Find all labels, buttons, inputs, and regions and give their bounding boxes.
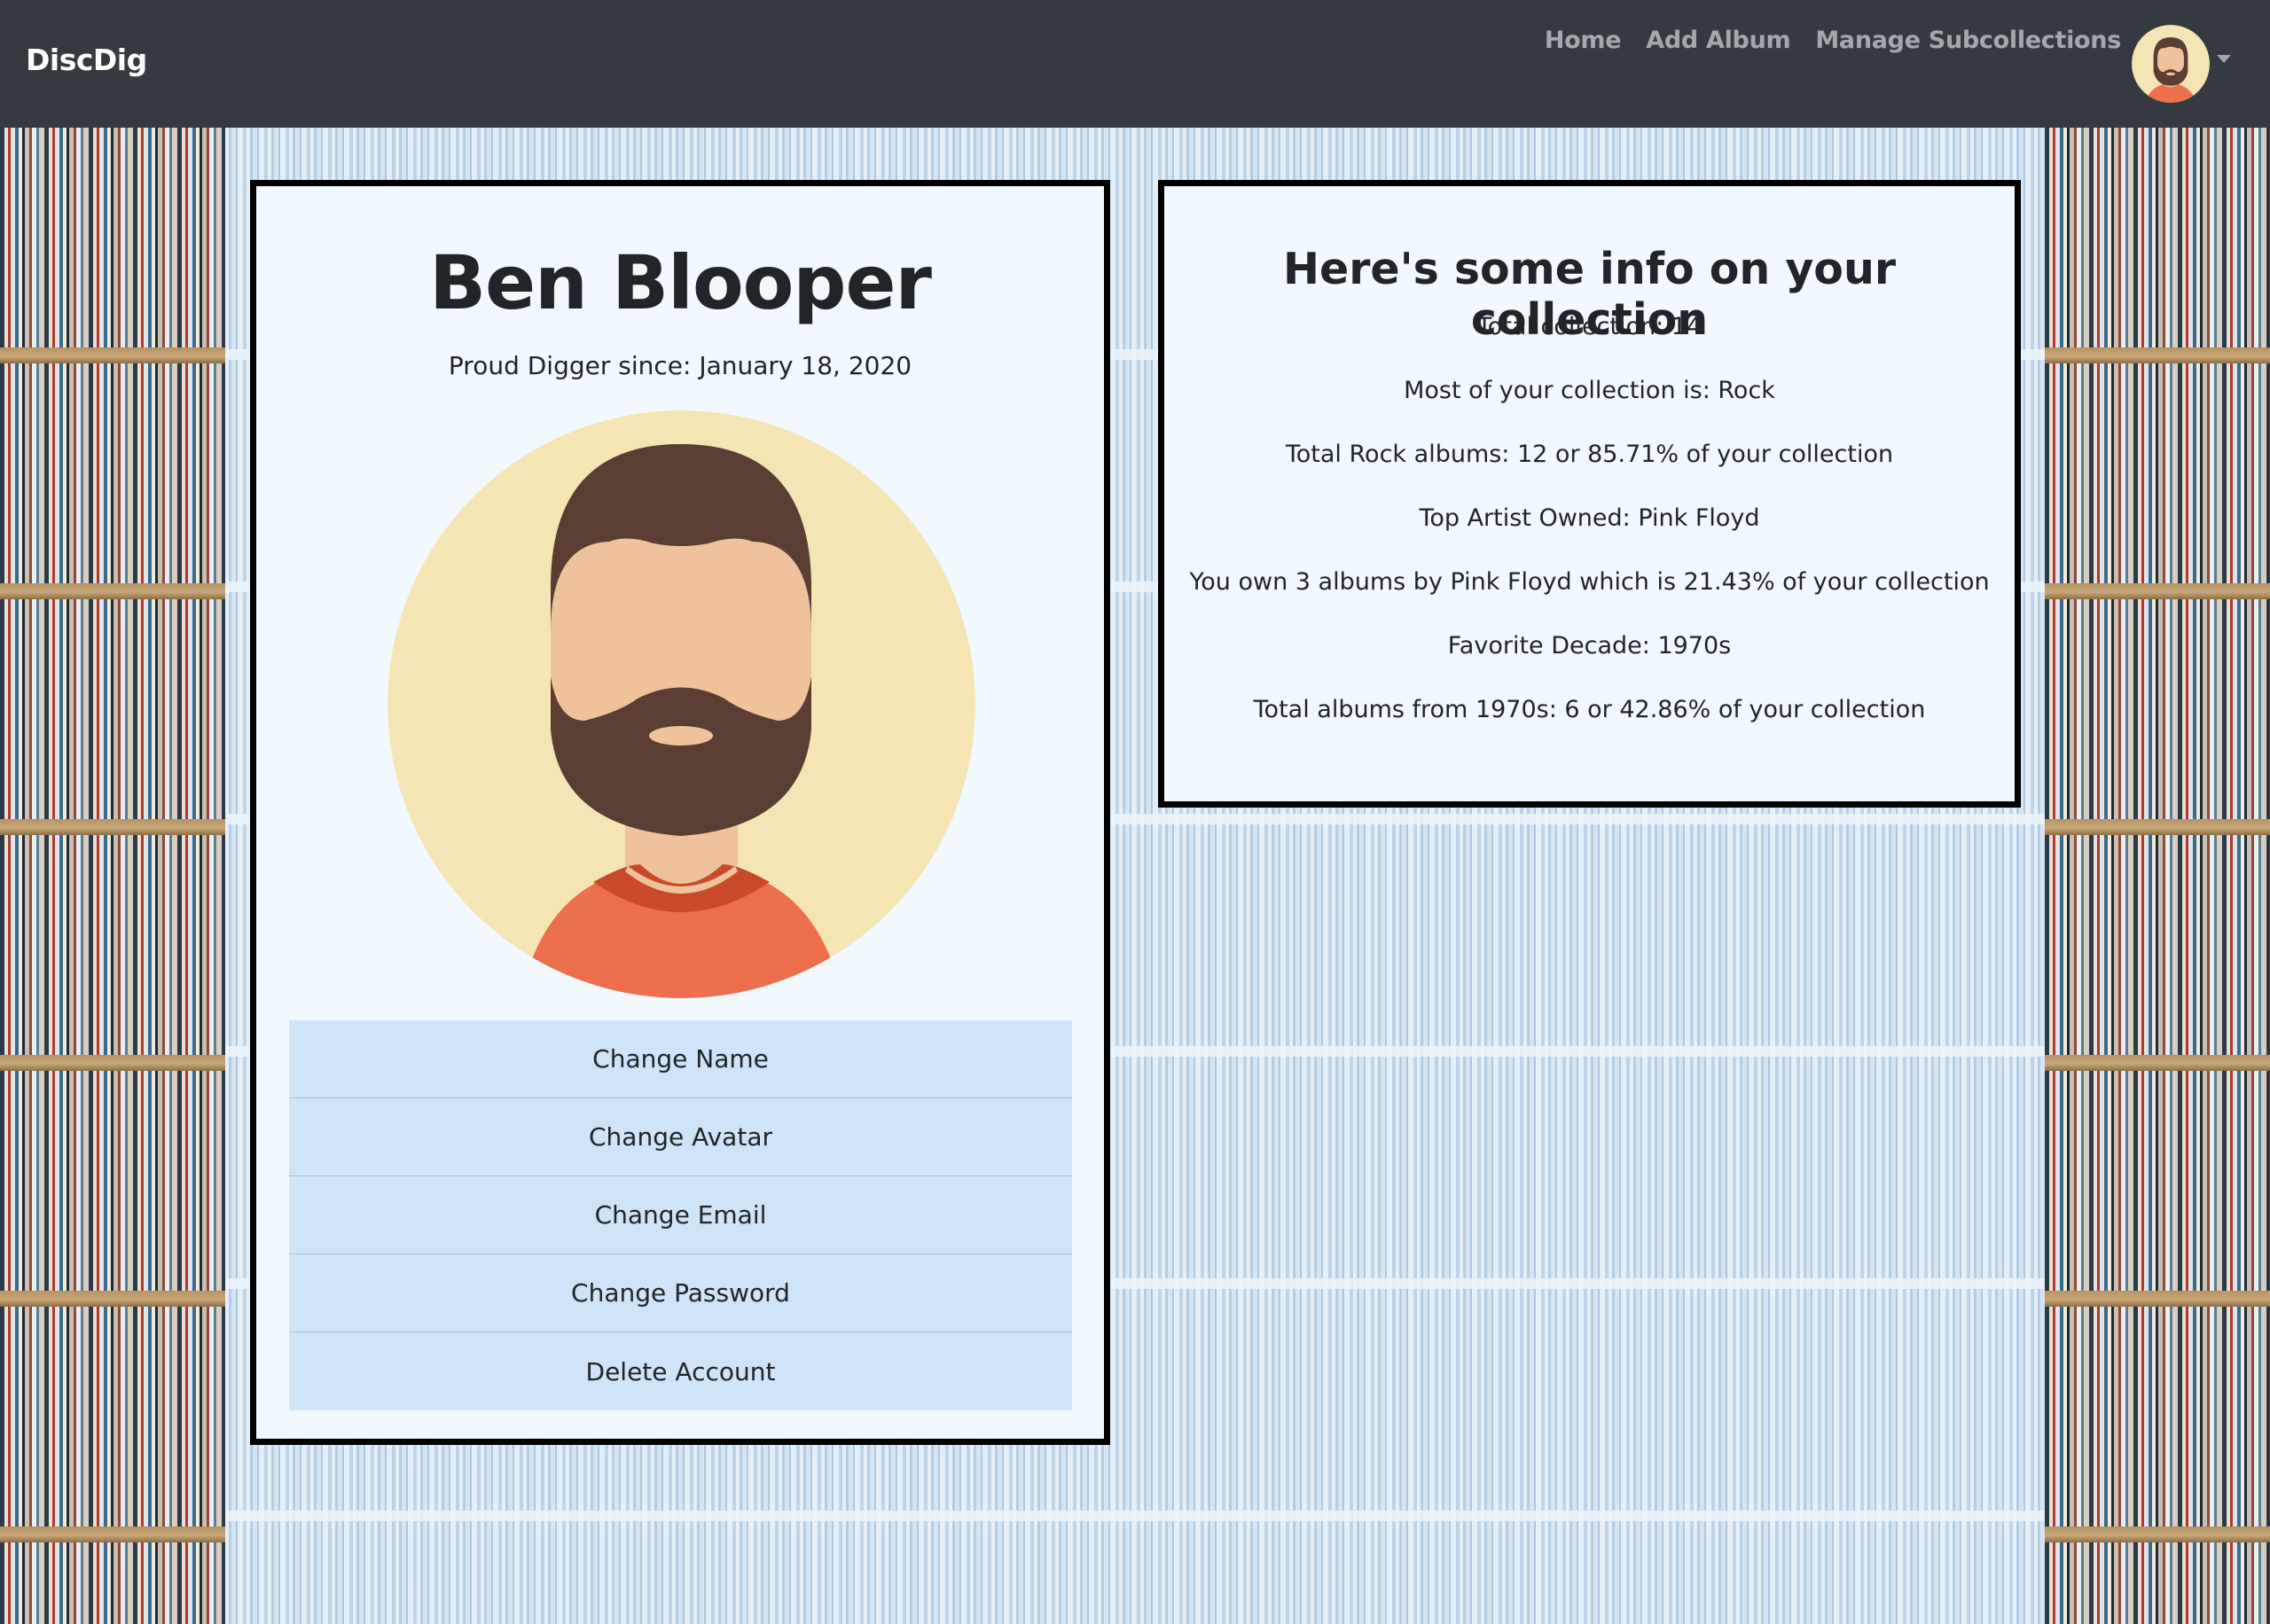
navbar: DiscDig Home Add Album Manage Subcollect… (0, 0, 2270, 128)
stats-list: Total collection: 14 Most of your collec… (1164, 314, 2015, 761)
stat-favorite-decade: Favorite Decade: 1970s (1447, 632, 1732, 660)
change-email-button[interactable]: Change Email (289, 1176, 1072, 1254)
nav-link-home[interactable]: Home (1545, 27, 1622, 54)
collection-stats-card: Here's some info on your collection Tota… (1158, 180, 2021, 808)
change-avatar-button[interactable]: Change Avatar (289, 1098, 1072, 1176)
bearded-man-avatar-icon (387, 410, 975, 998)
change-password-button[interactable]: Change Password (289, 1254, 1072, 1332)
account-actions-list: Change Name Change Avatar Change Email C… (289, 1020, 1072, 1410)
nav-links: Home Add Album Manage Subcollections (1520, 27, 2121, 54)
stat-artist-share: You own 3 albums by Pink Floyd which is … (1189, 568, 1990, 596)
stat-top-genre: Most of your collection is: Rock (1404, 377, 1775, 404)
user-avatar-icon[interactable] (2132, 25, 2210, 103)
delete-account-button[interactable]: Delete Account (289, 1332, 1072, 1410)
stat-total-collection: Total collection: 14 (1476, 313, 1702, 340)
record-shelf-right (2045, 128, 2270, 1624)
change-name-button[interactable]: Change Name (289, 1020, 1072, 1098)
stat-top-artist: Top Artist Owned: Pink Floyd (1419, 504, 1760, 532)
caret-down-icon[interactable] (2217, 55, 2231, 63)
profile-name: Ben Blooper (429, 239, 932, 326)
member-since-text: Proud Digger since: January 18, 2020 (448, 351, 912, 380)
brand-logo[interactable]: DiscDig (26, 43, 147, 77)
stat-genre-total: Total Rock albums: 12 or 85.71% of your … (1285, 441, 1894, 468)
stat-decade-total: Total albums from 1970s: 6 or 42.86% of … (1253, 696, 1926, 723)
record-shelf-left (0, 128, 225, 1624)
profile-card: Ben Blooper Proud Digger since: January … (250, 180, 1110, 1445)
nav-link-manage-subcollections[interactable]: Manage Subcollections (1815, 27, 2121, 54)
nav-link-add-album[interactable]: Add Album (1646, 27, 1790, 54)
